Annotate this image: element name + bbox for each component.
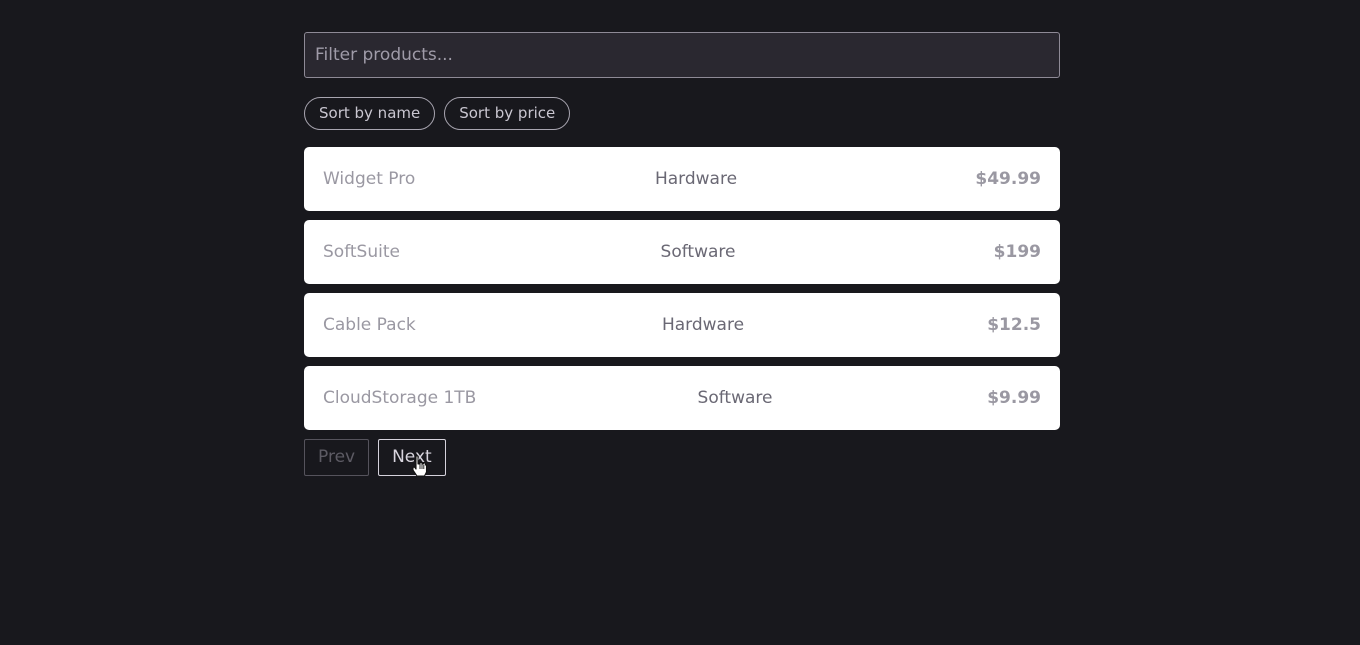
product-row[interactable]: Widget Pro Hardware $49.99 <box>304 147 1060 211</box>
product-category: Hardware <box>661 315 745 335</box>
product-browser: Sort by name Sort by price Widget Pro Ha… <box>304 32 1060 477</box>
product-price: $199 <box>993 242 1041 262</box>
product-category: Software <box>697 388 773 408</box>
product-name: Widget Pro <box>323 169 416 189</box>
product-row[interactable]: CloudStorage 1TB Software $9.99 <box>304 366 1060 430</box>
next-page-label: Next <box>392 447 432 467</box>
next-page-button[interactable]: Next <box>378 439 446 477</box>
product-row[interactable]: SoftSuite Software $199 <box>304 220 1060 284</box>
product-name: Cable Pack <box>323 315 416 335</box>
sort-by-name-button[interactable]: Sort by name <box>304 97 436 130</box>
product-name: CloudStorage 1TB <box>323 388 477 408</box>
product-category: Software <box>660 242 736 262</box>
product-price: $9.99 <box>987 388 1041 408</box>
product-name: SoftSuite <box>323 242 400 262</box>
filter-products-input[interactable] <box>304 32 1060 78</box>
product-price: $49.99 <box>975 169 1041 189</box>
prev-page-button[interactable]: Prev <box>304 439 370 476</box>
product-list: Widget Pro Hardware $49.99 SoftSuite Sof… <box>304 147 1060 430</box>
product-price: $12.5 <box>987 315 1041 335</box>
sort-controls: Sort by name Sort by price <box>304 97 1060 130</box>
sort-by-price-button[interactable]: Sort by price <box>444 97 571 130</box>
product-row[interactable]: Cable Pack Hardware $12.5 <box>304 293 1060 357</box>
pagination: Prev Next <box>304 439 1060 477</box>
product-category: Hardware <box>654 169 738 189</box>
